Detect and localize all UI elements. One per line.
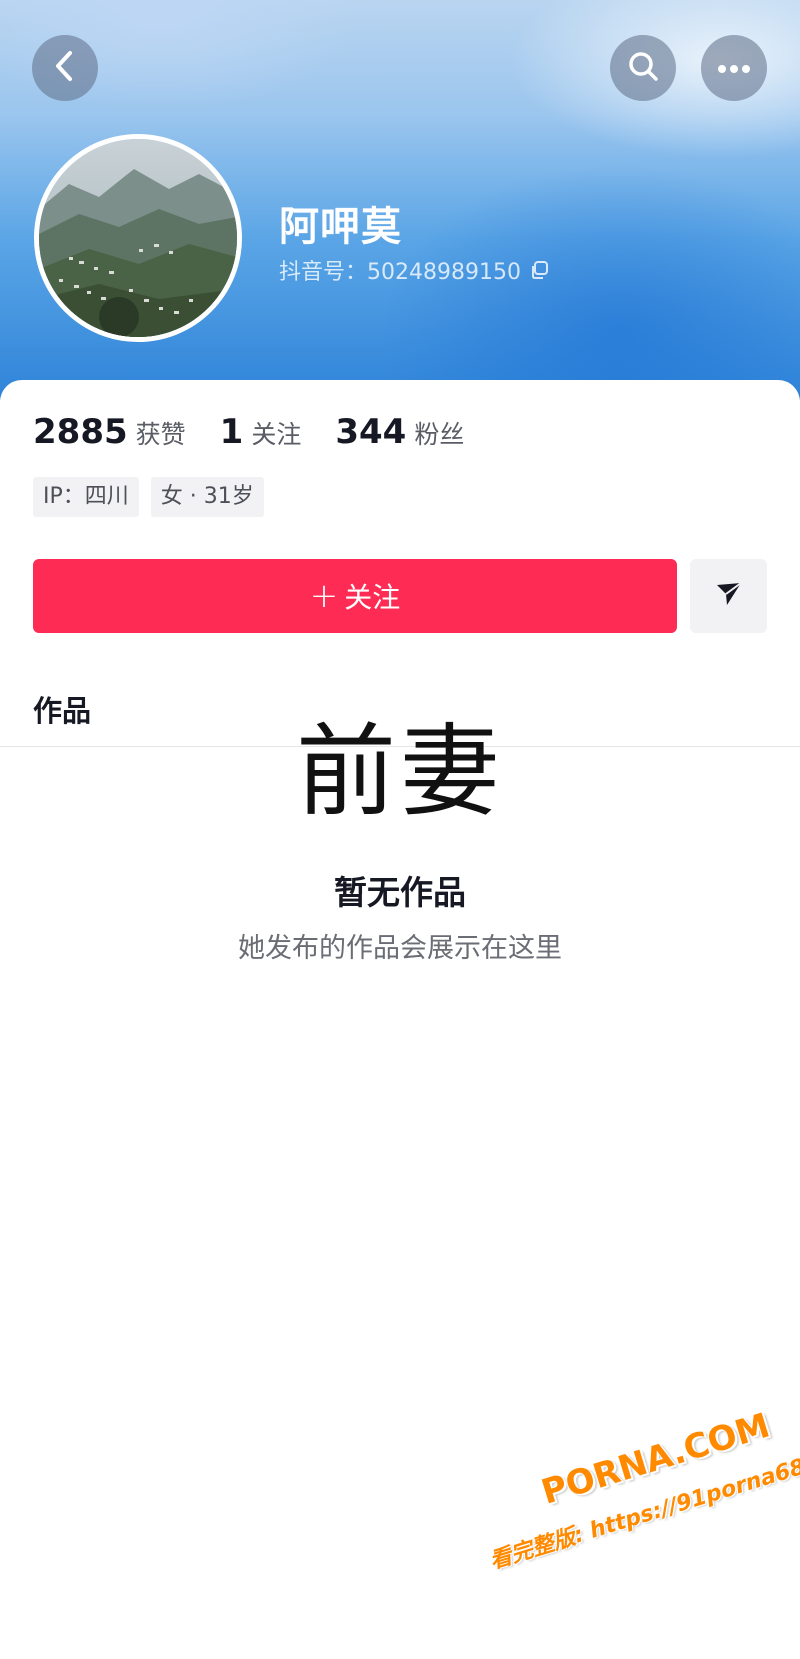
chevron-left-icon (53, 50, 77, 86)
profile-tags: IP：四川 女 · 31岁 (33, 477, 276, 517)
copy-icon[interactable] (529, 260, 549, 280)
empty-state-subtitle: 她发布的作品会展示在这里 (238, 933, 562, 964)
stat-followers-label: 粉丝 (414, 420, 465, 449)
plus-icon: + (309, 576, 339, 616)
stat-followers-value: 344 (335, 412, 407, 452)
follow-button[interactable]: + 关注 (33, 559, 677, 633)
send-arrow-icon (714, 579, 744, 613)
avatar[interactable] (34, 134, 242, 342)
more-button[interactable] (701, 35, 767, 101)
douyin-id[interactable]: 抖音号：50248989150 (279, 254, 549, 286)
search-button[interactable] (610, 35, 676, 101)
stats-row: 2885 获赞 1 关注 344 粉丝 (33, 412, 498, 452)
nickname: 阿呷莫 (279, 204, 402, 250)
stat-likes[interactable]: 2885 获赞 (33, 412, 186, 452)
stat-followers[interactable]: 344 粉丝 (335, 412, 464, 452)
overlay-caption: 前妻 (296, 713, 504, 830)
stat-following-label: 关注 (251, 420, 302, 449)
back-button[interactable] (32, 35, 98, 101)
stat-following-value: 1 (219, 412, 244, 452)
more-dots-icon (717, 59, 751, 78)
follow-button-label: 关注 (344, 581, 401, 614)
search-icon (627, 50, 659, 86)
stat-likes-label: 获赞 (135, 420, 186, 449)
empty-state-title: 暂无作品 (334, 873, 466, 912)
stat-following[interactable]: 1 关注 (220, 412, 302, 452)
stat-likes-value: 2885 (33, 412, 128, 452)
douyin-id-text: 抖音号：50248989150 (279, 260, 521, 285)
message-button[interactable] (690, 559, 767, 633)
ip-location-tag: IP：四川 (33, 477, 139, 517)
gender-age-tag: 女 · 31岁 (150, 477, 264, 517)
